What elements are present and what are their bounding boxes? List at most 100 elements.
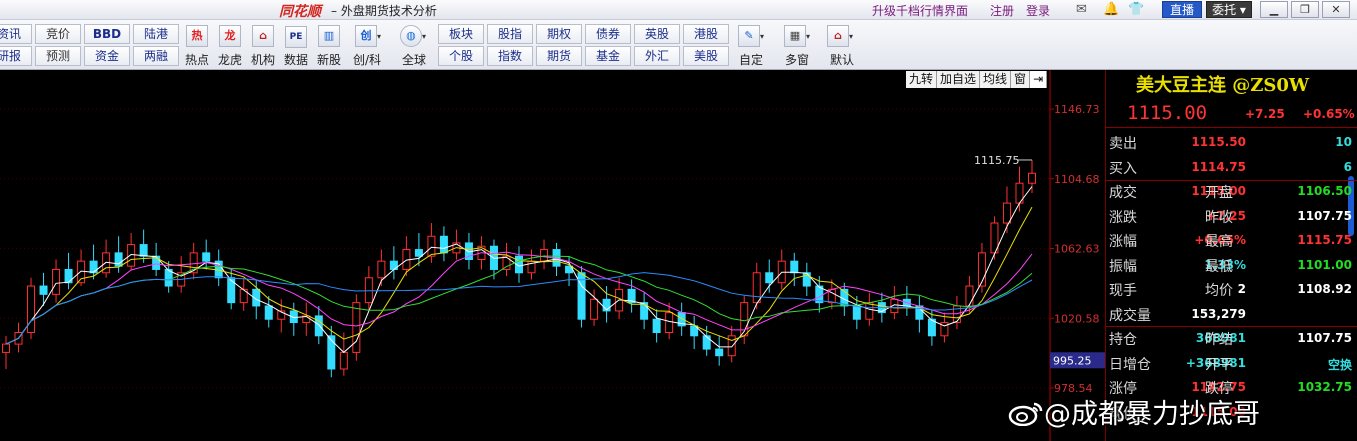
- stocks-button[interactable]: 个股: [438, 46, 484, 66]
- hot-icon[interactable]: 热: [184, 24, 210, 48]
- candle-body: [752, 272, 761, 304]
- restore-button[interactable]: ❐: [1291, 1, 1319, 18]
- pe-icon[interactable]: PE: [283, 24, 309, 48]
- quote-label: 买入: [1109, 161, 1137, 177]
- skin-icon[interactable]: 👕: [1128, 2, 1144, 17]
- quote-value: 1108.92: [1297, 282, 1352, 296]
- quote-value: 153,279: [1191, 306, 1246, 321]
- quote-value: 1106.50: [1297, 184, 1352, 198]
- minimize-button[interactable]: ▁: [1260, 1, 1288, 18]
- weibo-icon: [1008, 402, 1043, 426]
- sector-button[interactable]: 板块: [438, 24, 484, 44]
- divider: [1106, 180, 1357, 181]
- globe-icon[interactable]: ◍ ▾: [396, 24, 430, 48]
- auction-button[interactable]: 竞价: [35, 24, 81, 44]
- bbd-button[interactable]: BBD: [84, 24, 130, 44]
- window-title: – 外盘期货技术分析: [331, 4, 437, 18]
- multiwindow-label: 多窗: [784, 53, 809, 67]
- candle-body: [427, 235, 436, 257]
- dragon-icon[interactable]: 龙: [217, 24, 243, 48]
- register-link[interactable]: 注册: [990, 2, 1014, 19]
- candle-body: [540, 249, 549, 262]
- quote-label: 昨收: [1205, 209, 1233, 226]
- hk-stocks-button[interactable]: 港股: [683, 24, 729, 44]
- quote-label: 涨跌: [1109, 209, 1137, 226]
- kline-chart[interactable]: 1146.73 1104.68 1062.63 1020.58 978.54 995.25…: [0, 70, 1105, 441]
- multiwindow-icon[interactable]: ▦ ▾: [780, 24, 814, 48]
- upgrade-link[interactable]: 升级千档行情界面: [872, 2, 968, 19]
- quote-value: 1101.00: [1297, 257, 1352, 272]
- app-logo: 同花顺: [279, 4, 321, 20]
- candle-body: [364, 277, 373, 304]
- home-icon[interactable]: ⌂ ▾: [823, 24, 857, 48]
- us-stocks-button[interactable]: 美股: [683, 46, 729, 66]
- quote-label: 成交: [1109, 185, 1137, 201]
- candle-body: [665, 312, 674, 333]
- candle-body: [202, 252, 211, 262]
- quote-label: 均价: [1205, 283, 1233, 299]
- candle-body: [715, 348, 724, 357]
- candle-body: [702, 335, 711, 350]
- watermark-text: @成都暴力抄底哥: [1044, 399, 1260, 430]
- bonds-button[interactable]: 债券: [585, 24, 631, 44]
- funds-button[interactable]: 基金: [585, 46, 631, 66]
- y-tick-label: 1104.68: [1054, 173, 1100, 186]
- max-price-label: 1115.75: [974, 154, 1020, 167]
- options-button[interactable]: 期权: [536, 24, 582, 44]
- bell-icon[interactable]: 🔔: [1103, 2, 1119, 17]
- quote-label: 持仓: [1109, 332, 1137, 348]
- candle-body: [439, 235, 448, 254]
- quote-panel: 美大豆主连 @ZS0W 1115.00 +7.25 +0.65% 卖出 1115.…: [1105, 70, 1357, 441]
- forecast-button[interactable]: 预测: [35, 46, 81, 66]
- candle-body: [127, 244, 136, 267]
- live-button[interactable]: 直播: [1162, 1, 1202, 18]
- current-price-label: 995.25: [1053, 354, 1092, 367]
- newstock-label: 新股: [316, 53, 341, 67]
- indices-button[interactable]: 指数: [487, 46, 533, 66]
- chuang-icon[interactable]: 创 ▾: [351, 24, 385, 48]
- instrument-name: 美大豆主连 @ZS0W: [1136, 75, 1310, 96]
- candle-body: [965, 285, 974, 307]
- candle-body: [1002, 202, 1011, 224]
- edit-icon[interactable]: ✎ ▾: [734, 24, 768, 48]
- candle-body: [352, 302, 361, 353]
- quote-label: 昨结: [1205, 332, 1233, 348]
- entrust-button[interactable]: 委托 ▾: [1206, 1, 1252, 18]
- custom-label: 自定: [738, 53, 763, 67]
- margin-button[interactable]: 两融: [133, 46, 179, 66]
- candle-body: [314, 315, 323, 337]
- forex-button[interactable]: 外汇: [634, 46, 680, 66]
- stock-index-futures-button[interactable]: 股指: [487, 24, 533, 44]
- quote-value: 1032.75: [1297, 380, 1352, 394]
- close-button[interactable]: ✕: [1322, 1, 1350, 18]
- y-tick-label: 1020.58: [1054, 312, 1100, 325]
- quote-value: 1115.75: [1297, 233, 1352, 247]
- quote-label: 涨幅: [1109, 234, 1137, 250]
- uk-stocks-button[interactable]: 英股: [634, 24, 680, 44]
- quote-label: 开平: [1205, 356, 1233, 373]
- news-button[interactable]: 资讯: [0, 24, 32, 44]
- candle-body: [227, 277, 236, 304]
- fund-flow-button[interactable]: 资金: [84, 46, 130, 66]
- futures-button[interactable]: 期货: [536, 46, 582, 66]
- divider: [1106, 127, 1357, 128]
- last-price: 1115.00: [1127, 102, 1208, 124]
- candle-body: [264, 305, 273, 320]
- watermark: @成都暴力抄底哥: [1008, 392, 1260, 431]
- candle-body: [502, 255, 511, 270]
- mail-icon[interactable]: ✉: [1076, 2, 1087, 17]
- hk-connect-button[interactable]: 陆港: [133, 24, 179, 44]
- newstock-icon[interactable]: ▥: [316, 24, 342, 48]
- research-button[interactable]: 研报: [0, 46, 32, 66]
- quote-label: 现手: [1109, 283, 1137, 299]
- quote-value: 1114.75: [1191, 160, 1246, 174]
- candle-body: [765, 272, 774, 284]
- bank-icon[interactable]: ⌂: [250, 24, 276, 48]
- candle-body: [377, 260, 386, 279]
- candle-body: [39, 285, 48, 295]
- quote-label: 振幅: [1109, 258, 1137, 275]
- login-link[interactable]: 登录: [1026, 2, 1050, 19]
- candle-body: [89, 260, 98, 274]
- quote-label: 卖出: [1109, 136, 1137, 152]
- chuang-label: 创/科: [352, 53, 382, 67]
